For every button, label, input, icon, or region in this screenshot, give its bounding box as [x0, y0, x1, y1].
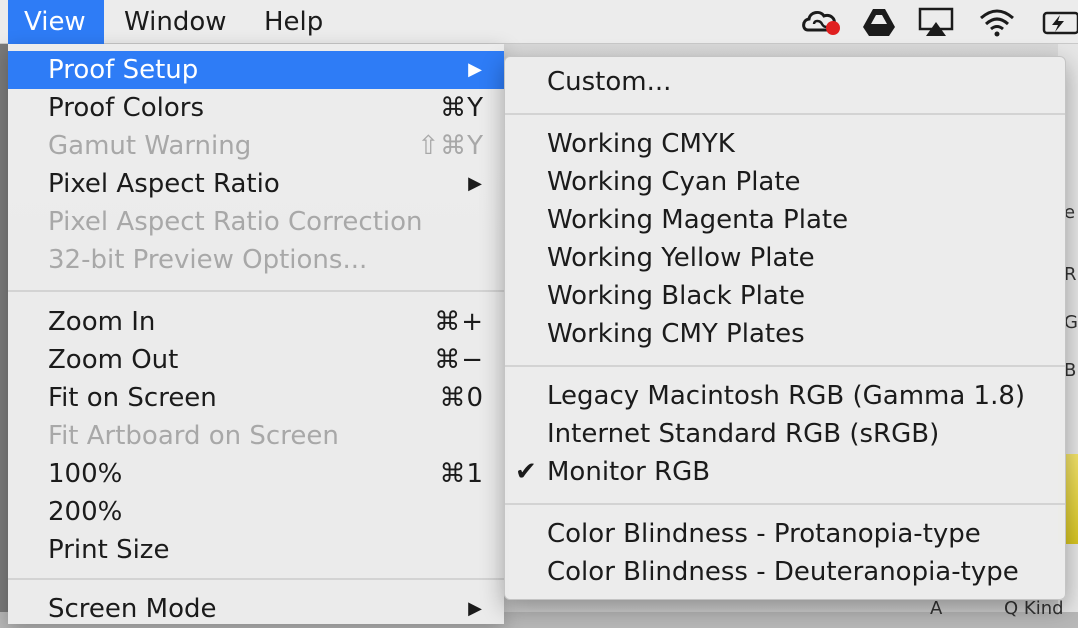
- menu-item-shortcut: ⌘+: [434, 307, 484, 337]
- menu-item-label: Print Size: [48, 535, 170, 565]
- menu-bar: View Window Help: [0, 0, 1078, 44]
- submenu-item-monitor-rgb[interactable]: ✔ Monitor RGB: [505, 453, 1065, 491]
- menu-item-print-size[interactable]: Print Size: [8, 531, 504, 569]
- creative-cloud-icon[interactable]: [800, 6, 840, 38]
- menu-item-shortcut: ⌘−: [434, 345, 484, 375]
- submenu-arrow-icon: ▶: [468, 173, 482, 194]
- google-drive-icon[interactable]: [862, 6, 896, 38]
- menu-item-label: Pixel Aspect Ratio: [48, 169, 280, 199]
- submenu-item-label: Working Cyan Plate: [547, 167, 801, 197]
- menu-item-proof-setup[interactable]: Proof Setup ▶: [8, 51, 504, 89]
- submenu-item-label: Custom...: [547, 67, 672, 97]
- menu-item-zoom-out[interactable]: Zoom Out ⌘−: [8, 341, 504, 379]
- submenu-item-label: Internet Standard RGB (sRGB): [547, 419, 940, 449]
- menu-separator: [8, 578, 504, 580]
- submenu-item-internet-standard-rgb[interactable]: Internet Standard RGB (sRGB): [505, 415, 1065, 453]
- background-text-fragment: G: [1064, 312, 1078, 333]
- menu-bar-label: Window: [124, 7, 227, 37]
- menu-bar-label: Help: [264, 7, 324, 37]
- menu-item-label: 200%: [48, 497, 123, 527]
- submenu-item-label: Working Black Plate: [547, 281, 805, 311]
- background-left-panel: [0, 44, 8, 612]
- menu-separator: [505, 503, 1065, 505]
- submenu-item-label: Legacy Macintosh RGB (Gamma 1.8): [547, 381, 1026, 411]
- submenu-item-label: Working Magenta Plate: [547, 205, 849, 235]
- submenu-item-color-blindness-protanopia[interactable]: Color Blindness - Protanopia-type: [505, 515, 1065, 553]
- menu-item-shortcut: ⌘Y: [440, 93, 484, 123]
- menu-item-shortcut: ⌘0: [439, 383, 484, 413]
- view-menu: Proof Setup ▶ Proof Colors ⌘Y Gamut Warn…: [8, 44, 504, 624]
- submenu-item-legacy-macintosh-rgb[interactable]: Legacy Macintosh RGB (Gamma 1.8): [505, 377, 1065, 415]
- menu-item-label: Proof Colors: [48, 93, 204, 123]
- menu-item-label: Fit Artboard on Screen: [48, 421, 339, 451]
- menu-item-label: Pixel Aspect Ratio Correction: [48, 207, 423, 237]
- menu-item-gamut-warning: Gamut Warning ⇧⌘Y: [8, 127, 504, 165]
- menu-item-pixel-aspect-ratio[interactable]: Pixel Aspect Ratio ▶: [8, 165, 504, 203]
- submenu-item-working-cmy-plates[interactable]: Working CMY Plates: [505, 315, 1065, 353]
- menu-item-label: Fit on Screen: [48, 383, 217, 413]
- menu-item-zoom-in[interactable]: Zoom In ⌘+: [8, 303, 504, 341]
- menu-item-label: Proof Setup: [48, 55, 199, 85]
- menu-item-shortcut: ⌘1: [439, 459, 484, 489]
- submenu-item-label: Working CMY Plates: [547, 319, 805, 349]
- menu-item-fit-on-screen[interactable]: Fit on Screen ⌘0: [8, 379, 504, 417]
- menu-item-shortcut: ⇧⌘Y: [417, 131, 484, 161]
- menu-bar-label: View: [24, 7, 86, 37]
- menu-item-fit-artboard-on-screen: Fit Artboard on Screen: [8, 417, 504, 455]
- menu-item-label: Zoom In: [48, 307, 156, 337]
- submenu-arrow-icon: ▶: [468, 59, 482, 80]
- menu-separator: [505, 113, 1065, 115]
- submenu-item-label: Monitor RGB: [547, 457, 711, 487]
- menu-item-label: 100%: [48, 459, 123, 489]
- submenu-item-working-cmyk[interactable]: Working CMYK: [505, 125, 1065, 163]
- menu-item-100-percent[interactable]: 100% ⌘1: [8, 455, 504, 493]
- menu-item-label: 32-bit Preview Options...: [48, 245, 368, 275]
- menu-item-proof-colors[interactable]: Proof Colors ⌘Y: [8, 89, 504, 127]
- checkmark-icon: ✔: [515, 457, 537, 487]
- submenu-item-working-black-plate[interactable]: Working Black Plate: [505, 277, 1065, 315]
- submenu-item-working-yellow-plate[interactable]: Working Yellow Plate: [505, 239, 1065, 277]
- menu-item-200-percent[interactable]: 200%: [8, 493, 504, 531]
- submenu-item-label: Working CMYK: [547, 129, 735, 159]
- menu-item-screen-mode[interactable]: Screen Mode ▶: [8, 590, 504, 628]
- submenu-item-label: Color Blindness - Protanopia-type: [547, 519, 981, 549]
- submenu-item-label: Working Yellow Plate: [547, 243, 815, 273]
- menu-item-label: Screen Mode: [48, 594, 217, 624]
- menu-bar-window[interactable]: Window: [108, 0, 243, 44]
- menu-bar-view[interactable]: View: [8, 0, 104, 44]
- submenu-item-label: Color Blindness - Deuteranopia-type: [547, 557, 1019, 587]
- menu-separator: [505, 365, 1065, 367]
- background-text-fragment: Q Kind: [1004, 598, 1064, 619]
- menu-item-32bit-preview-options: 32-bit Preview Options...: [8, 241, 504, 279]
- proof-setup-submenu: Custom... Working CMYK Working Cyan Plat…: [504, 56, 1066, 600]
- wifi-icon[interactable]: [978, 6, 1014, 38]
- menu-item-label: Gamut Warning: [48, 131, 252, 161]
- menu-item-pixel-aspect-ratio-correction: Pixel Aspect Ratio Correction: [8, 203, 504, 241]
- menu-item-label: Zoom Out: [48, 345, 179, 375]
- submenu-item-color-blindness-deuteranopia[interactable]: Color Blindness - Deuteranopia-type: [505, 553, 1065, 591]
- submenu-item-working-magenta-plate[interactable]: Working Magenta Plate: [505, 201, 1065, 239]
- submenu-arrow-icon: ▶: [468, 598, 482, 619]
- airplay-icon[interactable]: [918, 6, 954, 38]
- menu-separator: [8, 290, 504, 292]
- submenu-item-working-cyan-plate[interactable]: Working Cyan Plate: [505, 163, 1065, 201]
- battery-charging-icon[interactable]: [1040, 6, 1078, 38]
- background-text-fragment: A: [930, 598, 943, 619]
- submenu-item-custom[interactable]: Custom...: [505, 63, 1065, 101]
- menu-bar-help[interactable]: Help: [248, 0, 339, 44]
